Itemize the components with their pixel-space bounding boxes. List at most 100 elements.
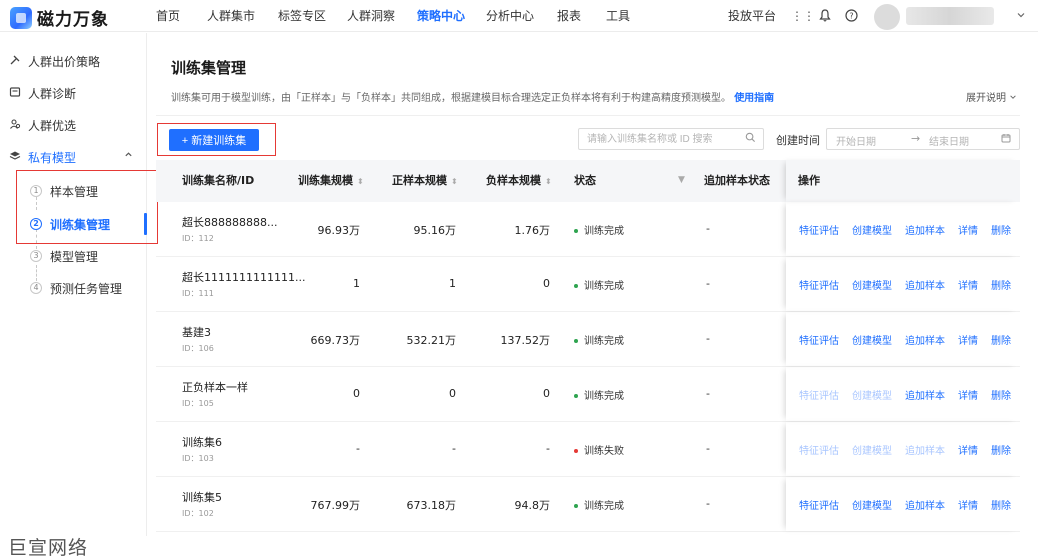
column-header-status: 状态 bbox=[574, 174, 596, 187]
status-badge: 训练完成 bbox=[574, 332, 624, 347]
date-range-picker[interactable]: 开始日期 → 结束日期 bbox=[826, 128, 1020, 150]
nav-item-home[interactable]: 首页 bbox=[156, 0, 180, 32]
training-set-id: ID：105 bbox=[182, 399, 214, 408]
chevron-up-icon[interactable] bbox=[124, 150, 133, 162]
feature-eval-button[interactable]: 特征评估 bbox=[799, 332, 839, 347]
description-text: 训练集可用于模型训练，由「正样本」与「负样本」共同组成，根据建模目标合理选定正负… bbox=[171, 93, 731, 104]
details-button[interactable]: 详情 bbox=[958, 442, 978, 457]
row-actions: 特征评估 创建模型 追加样本 详情 删除 bbox=[799, 277, 1011, 292]
status-badge: 训练完成 bbox=[574, 387, 624, 402]
chevron-down-icon[interactable] bbox=[1014, 9, 1028, 23]
avatar[interactable] bbox=[874, 4, 900, 30]
column-header-append-status: 追加样本状态 bbox=[704, 174, 770, 187]
date-start-field[interactable]: 开始日期 bbox=[836, 133, 876, 148]
details-button[interactable]: 详情 bbox=[958, 222, 978, 237]
nav-item-insight[interactable]: 人群洞察 bbox=[347, 0, 395, 32]
bid-strategy-icon bbox=[8, 54, 22, 68]
header-label: 正样本规模 bbox=[392, 174, 447, 187]
table-row: 正负样本一样 ID：105 0 0 0 训练完成 - 特征评估 创建模型 追加样本 详情 删除 bbox=[156, 367, 1020, 422]
sidebar-item-private-model[interactable]: 私有模型 bbox=[8, 147, 76, 167]
sidebar-subitem-prediction-tasks[interactable]: 4 预测任务管理 bbox=[30, 279, 122, 297]
append-sample-button[interactable]: 追加样本 bbox=[905, 497, 945, 512]
create-model-button: 创建模型 bbox=[852, 391, 892, 402]
search-input[interactable] bbox=[578, 128, 764, 150]
column-header-positive[interactable]: 正样本规模 ⬍ bbox=[392, 160, 458, 202]
feature-eval-button[interactable]: 特征评估 bbox=[799, 497, 839, 512]
create-model-button[interactable]: 创建模型 bbox=[852, 222, 892, 237]
people-icon bbox=[8, 118, 22, 132]
training-set-name[interactable]: 基建3 bbox=[182, 324, 211, 340]
page-description: 训练集可用于模型训练，由「正样本」与「负样本」共同组成，根据建模目标合理选定正负… bbox=[171, 89, 774, 104]
nav-item-tags[interactable]: 标签专区 bbox=[278, 0, 326, 32]
feature-eval-button[interactable]: 特征评估 bbox=[799, 277, 839, 292]
column-header-negative[interactable]: 负样本规模 ⬍ bbox=[486, 160, 552, 202]
sort-icon[interactable]: ⬍ bbox=[357, 177, 364, 186]
positive-sample-size: 673.18万 bbox=[406, 499, 457, 512]
calendar-icon bbox=[1001, 133, 1011, 146]
feature-eval-button[interactable]: 特征评估 bbox=[799, 222, 839, 237]
filter-icon[interactable]: ▼ bbox=[678, 175, 685, 185]
append-sample-button[interactable]: 追加样本 bbox=[905, 277, 945, 292]
append-sample-button[interactable]: 追加样本 bbox=[905, 222, 945, 237]
training-set-name[interactable]: 正负样本一样 bbox=[182, 379, 248, 395]
status-dot bbox=[574, 394, 578, 398]
create-model-button[interactable]: 创建模型 bbox=[852, 277, 892, 292]
sort-icon[interactable]: ⬍ bbox=[545, 177, 552, 186]
delete-button[interactable]: 删除 bbox=[991, 442, 1011, 457]
append-status: - bbox=[706, 442, 710, 455]
sidebar-subitem-models[interactable]: 3 模型管理 bbox=[30, 247, 98, 265]
expand-description-button[interactable]: 展开说明 bbox=[966, 89, 1017, 104]
chevron-down-icon bbox=[1010, 95, 1016, 99]
negative-sample-size: 0 bbox=[543, 387, 550, 400]
training-set-name[interactable]: 训练集5 bbox=[182, 489, 222, 505]
sidebar-item-diagnosis[interactable]: 人群诊断 bbox=[8, 83, 76, 103]
bell-icon[interactable] bbox=[818, 9, 832, 23]
date-end-field[interactable]: 结束日期 bbox=[929, 133, 969, 148]
new-training-set-button[interactable]: + 新建训练集 bbox=[169, 129, 259, 151]
status-dot bbox=[574, 229, 578, 233]
sort-icon[interactable]: ⬍ bbox=[451, 177, 458, 186]
create-time-label: 创建时间 bbox=[776, 134, 820, 147]
append-sample-button: 追加样本 bbox=[905, 446, 945, 457]
table-row: 基建3 ID：106 669.73万 532.21万 137.52万 训练完成 - 特征评估创… bbox=[156, 312, 1020, 367]
row-actions: 特征评估 创建模型 追加样本 详情 删除 bbox=[799, 332, 1011, 347]
status-text: 训练完成 bbox=[584, 501, 624, 512]
sidebar-item-bid-strategy[interactable]: 人群出价策略 bbox=[8, 51, 100, 71]
help-icon[interactable]: ? bbox=[844, 9, 858, 23]
sidebar-subitem-label: 预测任务管理 bbox=[50, 281, 123, 296]
status-text: 训练完成 bbox=[584, 281, 624, 292]
top-bar: 磁力万象 首页 人群集市 标签专区 人群洞察 策略中心 分析中心 报表 工具 投… bbox=[0, 0, 1038, 32]
table-row: 超长1111111111111... ID：111 1 1 0 训练完成 - 特征评估 创建模型… bbox=[156, 257, 1020, 312]
delete-button[interactable]: 删除 bbox=[991, 332, 1011, 347]
training-set-name[interactable]: 超长1111111111111... bbox=[182, 269, 305, 285]
append-sample-button[interactable]: 追加样本 bbox=[905, 332, 945, 347]
status-dot bbox=[574, 339, 578, 343]
positive-sample-size: 95.16万 bbox=[413, 224, 457, 237]
search-icon[interactable] bbox=[745, 132, 756, 146]
delete-button[interactable]: 删除 bbox=[991, 387, 1011, 402]
logo[interactable]: 磁力万象 bbox=[10, 5, 109, 30]
details-button[interactable]: 详情 bbox=[958, 332, 978, 347]
guide-link[interactable]: 使用指南 bbox=[734, 93, 774, 104]
delete-button[interactable]: 删除 bbox=[991, 277, 1011, 292]
create-model-button[interactable]: 创建模型 bbox=[852, 332, 892, 347]
nav-item-reports[interactable]: 报表 bbox=[557, 0, 581, 32]
apps-grid-icon[interactable]: ⋮⋮ bbox=[791, 9, 815, 23]
training-set-name[interactable]: 超长888888888... bbox=[182, 214, 277, 230]
create-model-button[interactable]: 创建模型 bbox=[852, 497, 892, 512]
sidebar-item-optimize[interactable]: 人群优选 bbox=[8, 115, 76, 135]
column-header-size[interactable]: 训练集规模 ⬍ bbox=[298, 160, 364, 202]
delete-button[interactable]: 删除 bbox=[991, 497, 1011, 512]
nav-item-strategy[interactable]: 策略中心 bbox=[417, 0, 465, 32]
nav-item-audience-market[interactable]: 人群集市 bbox=[207, 0, 255, 32]
nav-item-analysis[interactable]: 分析中心 bbox=[486, 0, 534, 32]
nav-item-tools[interactable]: 工具 bbox=[606, 0, 630, 32]
training-set-name[interactable]: 训练集6 bbox=[182, 434, 222, 450]
append-sample-button[interactable]: 追加样本 bbox=[905, 387, 945, 402]
delete-button[interactable]: 删除 bbox=[991, 222, 1011, 237]
status-badge: 训练完成 bbox=[574, 497, 624, 512]
details-button[interactable]: 详情 bbox=[958, 497, 978, 512]
ad-platform-link[interactable]: 投放平台 bbox=[728, 0, 776, 32]
details-button[interactable]: 详情 bbox=[958, 387, 978, 402]
details-button[interactable]: 详情 bbox=[958, 277, 978, 292]
